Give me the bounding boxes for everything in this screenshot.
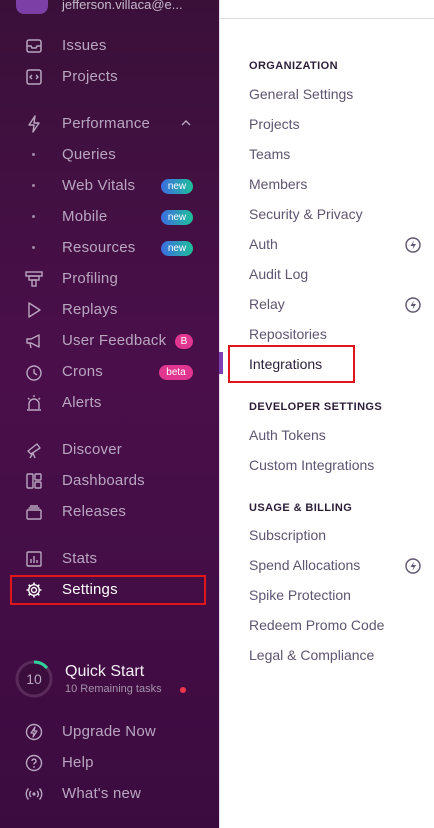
sidebar-item-label: What's new [62, 785, 142, 802]
bullet-icon [32, 153, 35, 156]
sidebar-item-whats-new[interactable]: What's new [0, 781, 219, 807]
sidebar-item-label: Profiling [62, 270, 118, 287]
lightning-circle-icon [24, 722, 44, 742]
sidebar-item-label: Projects [62, 68, 118, 85]
sidebar-item-performance[interactable]: Performance [0, 111, 219, 137]
siren-icon [24, 393, 44, 413]
settings-link-security-privacy[interactable]: Security & Privacy [249, 206, 363, 222]
telescope-icon [24, 440, 44, 460]
code-window-icon [24, 67, 44, 87]
sidebar-item-label: Releases [62, 503, 127, 520]
sidebar-item-label: Mobile [62, 208, 108, 225]
sidebar-item-label: User Feedback [62, 332, 167, 349]
section-title-developer-settings: DEVELOPER SETTINGS [249, 401, 383, 413]
settings-link-spike-protection[interactable]: Spike Protection [249, 587, 351, 603]
chevron-up-icon[interactable] [180, 117, 192, 129]
upsell-lightning-icon [405, 237, 421, 253]
settings-link-repositories[interactable]: Repositories [249, 326, 327, 342]
header-divider [220, 18, 434, 19]
quick-start-subtitle: 10 Remaining tasks [65, 683, 162, 695]
sidebar-item-issues[interactable]: Issues [0, 33, 219, 59]
sidebar-item-label: Stats [62, 550, 98, 567]
settings-link-auth[interactable]: Auth [249, 236, 278, 252]
sidebar-item-help[interactable]: Help [0, 750, 219, 776]
sidebar-item-label: Web Vitals [62, 177, 136, 194]
settings-link-subscription[interactable]: Subscription [249, 527, 326, 543]
settings-link-custom-integrations[interactable]: Custom Integrations [249, 457, 374, 473]
settings-link-general-settings[interactable]: General Settings [249, 86, 353, 102]
sidebar-item-releases[interactable]: Releases [0, 499, 219, 525]
bar-chart-icon [24, 549, 44, 569]
sidebar-item-dashboards[interactable]: Dashboards [0, 468, 219, 494]
sidebar-item-web-vitals[interactable]: Web Vitals new [0, 173, 219, 199]
beta-b-badge: B [175, 334, 193, 349]
settings-link-members[interactable]: Members [249, 176, 307, 192]
bullet-icon [32, 215, 35, 218]
sidebar-item-label: Queries [62, 146, 116, 163]
notification-dot [180, 687, 186, 693]
inbox-icon [24, 36, 44, 56]
sidebar-item-label: Crons [62, 363, 104, 380]
megaphone-icon [24, 331, 44, 351]
new-badge: new [161, 241, 193, 256]
settings-link-relay[interactable]: Relay [249, 296, 285, 312]
dashboard-icon [24, 471, 44, 491]
sidebar-divider [219, 0, 220, 828]
settings-link-teams[interactable]: Teams [249, 146, 290, 162]
sidebar-item-label: Dashboards [62, 472, 145, 489]
question-icon [24, 753, 44, 773]
bullet-icon [32, 246, 35, 249]
active-item-marker [219, 352, 223, 374]
section-title-organization: ORGANIZATION [249, 60, 338, 72]
sidebar-item-discover[interactable]: Discover [0, 437, 219, 463]
settings-link-audit-log[interactable]: Audit Log [249, 266, 308, 282]
sidebar-item-user-feedback[interactable]: User Feedback B [0, 328, 219, 354]
stack-icon [24, 502, 44, 522]
upsell-lightning-icon [405, 297, 421, 313]
sidebar-item-label: Replays [62, 301, 118, 318]
sidebar-item-resources[interactable]: Resources new [0, 235, 219, 261]
sidebar-item-label: Upgrade Now [62, 723, 156, 740]
sidebar-item-label: Issues [62, 37, 107, 54]
section-title-usage-billing: USAGE & BILLING [249, 502, 353, 514]
quick-start-progress-ring: 10 [14, 659, 54, 699]
beta-badge: beta [159, 365, 193, 380]
settings-link-redeem-promo-code[interactable]: Redeem Promo Code [249, 617, 384, 633]
user-email: jefferson.villaca@e... [62, 0, 183, 12]
sidebar-item-label: Resources [62, 239, 136, 256]
sidebar-item-replays[interactable]: Replays [0, 297, 219, 323]
profiling-icon [24, 269, 44, 289]
timer-icon [24, 362, 44, 382]
sidebar-item-profiling[interactable]: Profiling [0, 266, 219, 292]
org-header[interactable]: jefferson.villaca@e... [0, 0, 219, 16]
settings-link-auth-tokens[interactable]: Auth Tokens [249, 427, 326, 443]
sidebar-item-alerts[interactable]: Alerts [0, 390, 219, 416]
sidebar-item-mobile[interactable]: Mobile new [0, 204, 219, 230]
sidebar: jefferson.villaca@e... Issues Projects P… [0, 0, 219, 828]
settings-highlight-box [10, 575, 206, 605]
broadcast-icon [24, 784, 44, 804]
quick-start-title: Quick Start [65, 663, 145, 680]
sidebar-item-label: Performance [62, 115, 151, 132]
quick-start-count: 10 [26, 671, 42, 687]
lightning-icon [24, 114, 44, 134]
avatar[interactable] [16, 0, 48, 14]
sidebar-item-upgrade-now[interactable]: Upgrade Now [0, 719, 219, 745]
sidebar-item-stats[interactable]: Stats [0, 546, 219, 572]
settings-link-legal-compliance[interactable]: Legal & Compliance [249, 647, 374, 663]
settings-link-spend-allocations[interactable]: Spend Allocations [249, 557, 360, 573]
sidebar-item-queries[interactable]: Queries [0, 142, 219, 168]
settings-link-projects[interactable]: Projects [249, 116, 300, 132]
sidebar-item-crons[interactable]: Crons beta [0, 359, 219, 385]
play-icon [24, 300, 44, 320]
sidebar-item-projects[interactable]: Projects [0, 64, 219, 90]
sidebar-item-label: Discover [62, 441, 122, 458]
sidebar-item-label: Help [62, 754, 94, 771]
sidebar-item-label: Alerts [62, 394, 102, 411]
new-badge: new [161, 210, 193, 225]
upsell-lightning-icon [405, 558, 421, 574]
integrations-highlight-box [228, 345, 355, 383]
new-badge: new [161, 179, 193, 194]
bullet-icon [32, 184, 35, 187]
